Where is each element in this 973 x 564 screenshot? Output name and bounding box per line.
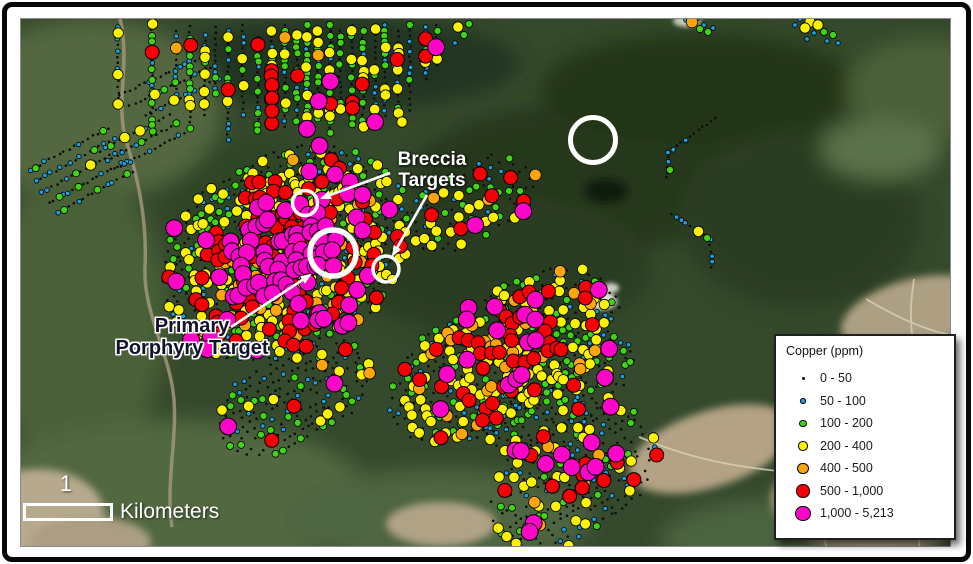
legend-symbol-icon — [786, 398, 820, 404]
legend-item: 500 - 1,000 — [786, 480, 954, 503]
scale-bar-value: 1 — [41, 471, 91, 497]
breccia-targets-label: Breccia Targets — [346, 150, 518, 191]
scale-bar — [23, 503, 113, 521]
breccia-line1: Breccia — [346, 150, 518, 171]
scale-bar-unit: Kilometers — [120, 500, 219, 524]
primary-line1: Primary — [67, 316, 317, 338]
legend-item-label: 500 - 1,000 — [820, 484, 883, 498]
legend-item: 50 - 100 — [786, 390, 954, 413]
legend-item: 1,000 - 5,213 — [786, 502, 954, 525]
breccia-line2: Targets — [346, 171, 518, 192]
legend-item-label: 200 - 400 — [820, 439, 873, 453]
legend-item: 400 - 500 — [786, 457, 954, 480]
legend-symbol-icon — [786, 463, 820, 475]
legend-item-label: 50 - 100 — [820, 394, 866, 408]
legend-symbol-icon — [786, 377, 820, 380]
slide-frame: Breccia Targets Primary Porphyry Target … — [0, 0, 973, 564]
legend-symbol-icon — [786, 441, 820, 451]
primary-line2: Porphyry Target — [67, 338, 317, 360]
map-canvas[interactable]: Breccia Targets Primary Porphyry Target … — [21, 19, 950, 546]
legend-item: 100 - 200 — [786, 412, 954, 435]
legend-title: Copper (ppm) — [786, 344, 954, 358]
legend-symbol-icon — [786, 506, 820, 522]
legend-panel: Copper (ppm) 0 - 50 50 - 100 100 - 200 200 … — [774, 334, 956, 540]
legend-item-label: 400 - 500 — [820, 461, 873, 475]
legend-item-label: 0 - 50 — [820, 371, 852, 385]
legend-symbol-icon — [786, 420, 820, 428]
legend-item: 200 - 400 — [786, 435, 954, 458]
legend-item-label: 1,000 - 5,213 — [820, 506, 894, 520]
legend-items: 0 - 50 50 - 100 100 - 200 200 - 400 400 - 50… — [786, 367, 954, 525]
primary-porphyry-label: Primary Porphyry Target — [67, 316, 317, 359]
legend-symbol-icon — [786, 484, 820, 498]
legend-item-label: 100 - 200 — [820, 416, 873, 430]
legend-item: 0 - 50 — [786, 367, 954, 390]
